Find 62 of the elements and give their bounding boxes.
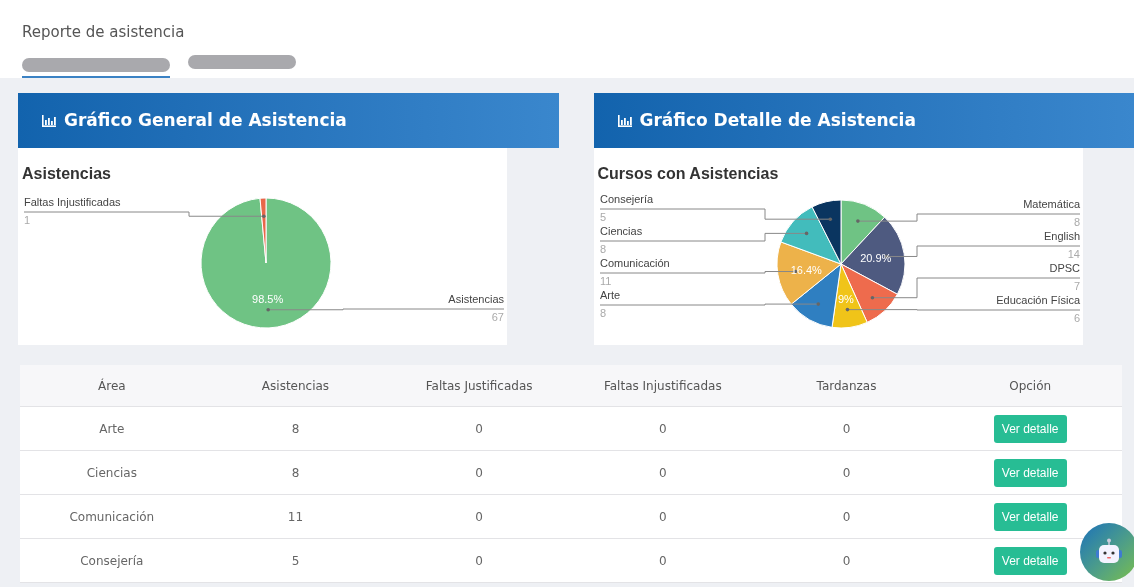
percent-label: 16.4% [790,263,822,276]
slice-value: 67 [491,311,504,323]
table-cell-text: 0 [658,464,668,482]
slice-value: 11 [599,275,611,287]
percent-label: 9% [837,292,854,305]
slice-value: 8 [599,243,606,255]
column-header: Área [97,377,127,395]
table-cell-text: Comunicación [68,508,156,526]
table-cell-text: 0 [474,508,484,526]
table-cell-text: 0 [841,464,852,482]
column-header: Opción [1008,377,1053,395]
table-cell-text: 0 [658,420,668,438]
table-cell-text: 0 [841,508,852,526]
table-cell-text: 0 [474,552,484,570]
slice-name: Consejería [599,193,653,205]
slice-name: Faltas Injustificadas [24,196,121,208]
chart-title: Asistencias [22,164,112,184]
slice-name: DPSC [1048,262,1080,274]
slice-value: 14 [1067,248,1080,260]
percent-label: 98.5% [252,292,284,305]
chart-title: Cursos con Asistencias [597,164,780,184]
table-cell-text: 0 [474,420,484,438]
table-cell-text: 0 [841,552,852,570]
slice-value: 8 [599,307,606,319]
card-title: Gráfico Detalle de Asistencia [639,108,916,132]
table-cell-text: 8 [290,464,301,482]
detail-button[interactable]: Ver detalle [993,546,1067,575]
table-cell-text: 0 [474,464,484,482]
table-cell-text: Ciencias [85,464,138,482]
slice-name: Matemática [1022,198,1080,210]
slice-name: Comunicación [599,257,670,269]
slice-value: 6 [1073,312,1080,324]
table-cell-text: Arte [98,420,126,438]
detail-button[interactable]: Ver detalle [993,414,1067,443]
table-cell-text: 0 [658,552,668,570]
table-cell-text: 8 [290,420,301,438]
column-header: Asistencias [260,377,331,395]
slice-value: 7 [1073,280,1080,292]
slice-value: 8 [1073,216,1080,228]
bar-chart-icon [617,114,632,127]
slice-name: Educación Física [995,294,1080,306]
slice-value: 1 [24,214,31,226]
column-header: Tardanzas [815,377,878,395]
percent-label: 20.9% [859,252,891,265]
detail-button[interactable]: Ver detalle [993,458,1067,487]
table-cell-text: Consejería [79,552,145,570]
slice-name: Asistencias [448,293,504,305]
bar-chart-icon [42,114,56,127]
slice-name: Ciencias [599,225,642,237]
slice-name: English [1043,230,1080,242]
card-title: Gráfico General de Asistencia [64,108,347,132]
table-cell-text: 5 [290,552,301,570]
slice-value: 5 [599,211,606,223]
detail-button[interactable]: Ver detalle [993,502,1067,531]
table-cell-text: 0 [841,420,852,438]
column-header: Faltas Injustificadas [602,377,723,395]
robot-icon [1094,538,1124,566]
page-title: Reporte de asistencia [22,22,186,43]
slice-name: Arte [599,289,620,301]
table-cell-text: 11 [286,508,305,526]
table-cell-text: 0 [658,508,668,526]
column-header: Faltas Justificadas [424,377,534,395]
